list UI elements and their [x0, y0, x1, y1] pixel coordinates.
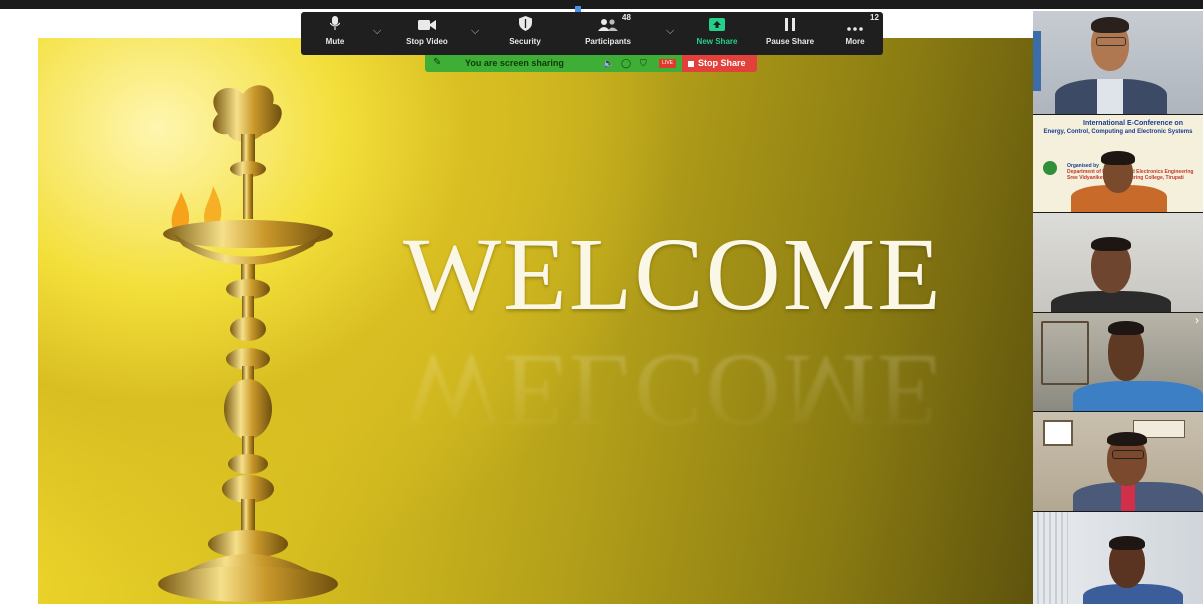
- participant-video-tile[interactable]: [1033, 412, 1203, 511]
- record-ring-icon[interactable]: ◯: [621, 58, 631, 69]
- participant-video-tile[interactable]: [1033, 11, 1203, 114]
- audio-options-chevron-icon[interactable]: ⌵: [373, 25, 381, 38]
- participants-options-chevron-icon[interactable]: ⌵: [666, 25, 674, 38]
- pause-icon: [759, 16, 821, 36]
- mute-label: Mute: [325, 37, 345, 46]
- more-button[interactable]: More 12: [836, 13, 878, 54]
- security-button[interactable]: Security: [501, 16, 549, 54]
- participants-count: 48: [622, 13, 631, 22]
- participant-video-tile[interactable]: [1033, 313, 1203, 411]
- window-top-border: [0, 0, 1203, 12]
- share-screen-icon: [689, 16, 745, 36]
- welcome-reflection: WELCOME: [403, 333, 943, 448]
- conference-participant-tile[interactable]: International E-Conference on Energy, Co…: [1033, 115, 1203, 212]
- microphone-icon: [317, 16, 353, 36]
- stop-video-label: Stop Video: [406, 37, 448, 46]
- mute-button[interactable]: Mute: [317, 16, 353, 54]
- speaker-icon[interactable]: 🔈: [603, 58, 614, 69]
- stop-square-icon: [688, 60, 694, 67]
- shared-screen-slide: WELCOME WELCOME: [38, 38, 1033, 604]
- screen-sharing-message: You are screen sharing: [465, 58, 564, 68]
- college-logo: [1043, 161, 1057, 175]
- video-camera-icon: [399, 16, 455, 36]
- shield-small-icon[interactable]: ⛉: [640, 58, 647, 69]
- meeting-toolbar: Mute ⌵ Stop Video ⌵ Security Participant…: [301, 12, 883, 55]
- participants-label: Participants: [585, 37, 631, 46]
- new-share-button[interactable]: New Share: [689, 16, 745, 54]
- pause-share-label: Pause Share: [765, 37, 815, 46]
- next-page-chevron-icon[interactable]: ›: [1195, 313, 1199, 327]
- stop-video-button[interactable]: Stop Video: [399, 16, 455, 54]
- welcome-heading: WELCOME: [403, 217, 943, 332]
- participants-button[interactable]: Participants 48: [576, 13, 640, 54]
- more-label: More: [845, 37, 865, 46]
- live-badge: LIVE: [659, 59, 676, 68]
- conference-subtitle: Energy, Control, Computing and Electroni…: [1043, 129, 1193, 135]
- participant-video-tile[interactable]: [1033, 213, 1203, 312]
- more-count: 12: [870, 13, 879, 22]
- annotate-pen-icon[interactable]: ✎: [433, 57, 441, 68]
- shield-icon: [501, 16, 549, 36]
- conference-title: International E-Conference on: [1083, 120, 1183, 127]
- more-icon: [836, 16, 874, 36]
- security-label: Security: [509, 37, 541, 46]
- stop-share-label: Stop Share: [698, 58, 746, 68]
- stop-share-button[interactable]: Stop Share: [682, 55, 757, 72]
- video-options-chevron-icon[interactable]: ⌵: [471, 25, 479, 38]
- brass-lamp-image: [158, 85, 338, 602]
- new-share-label: New Share: [696, 37, 738, 46]
- pause-share-button[interactable]: Pause Share: [759, 16, 821, 54]
- participant-video-tile[interactable]: [1033, 512, 1203, 604]
- participant-video-panel: International E-Conference on Energy, Co…: [1033, 11, 1203, 604]
